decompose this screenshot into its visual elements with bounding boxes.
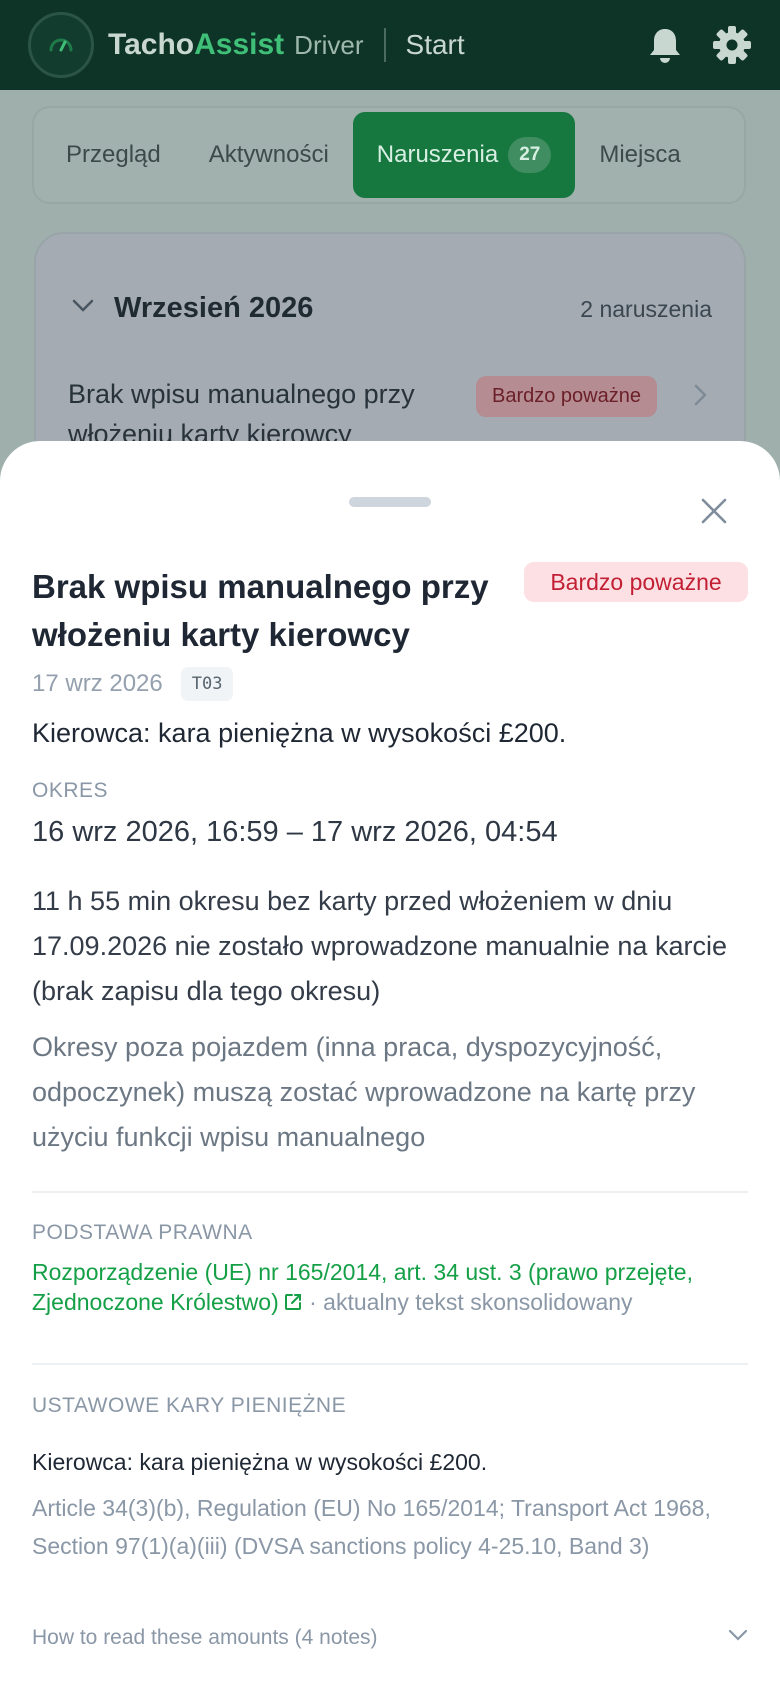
tab-places[interactable]: Miejsca [575, 112, 704, 198]
close-icon[interactable] [692, 489, 736, 533]
statutory-fines-label: USTAWOWE KARY PIENIĘŻNE [32, 1394, 347, 1417]
violation-title: Brak wpisu manualnego przy włożeniu kart… [32, 568, 489, 653]
chevron-right-icon[interactable] [694, 384, 708, 411]
chevron-down-icon [72, 299, 94, 318]
tab-activities[interactable]: Aktywności [185, 112, 353, 198]
violation-description: 11 h 55 min okresu bez karty przed włoże… [32, 886, 727, 1006]
period-label: OKRES [32, 779, 109, 802]
how-to-read-toggle[interactable]: How to read these amounts (4 notes) [32, 1626, 378, 1650]
brand-name: TachoAssist [108, 28, 285, 61]
tab-overview[interactable]: Przegląd [42, 112, 185, 198]
violation-detail-sheet: Brak wpisu manualnego przy włożeniu kart… [0, 441, 780, 1688]
section-divider [32, 1191, 748, 1193]
month-toggle[interactable]: Wrzesień 2026 [72, 292, 313, 325]
header-divider [383, 28, 386, 62]
violation-hint: Okresy poza pojazdem (inna praca, dyspoz… [32, 1032, 696, 1152]
legal-basis-label: PODSTAWA PRAWNA [32, 1221, 253, 1244]
external-link-icon [283, 1289, 303, 1319]
fine-legal-reference: Article 34(3)(b), Regulation (EU) No 165… [32, 1495, 711, 1559]
gauge-icon[interactable] [28, 12, 94, 78]
brand-subtitle: Driver [294, 29, 364, 60]
violations-count-badge: 27 [508, 137, 552, 173]
legal-basis: Rozporządzenie (UE) nr 165/2014, art. 34… [32, 1257, 722, 1319]
violation-date: 17 wrz 2026 [32, 670, 163, 697]
page-title[interactable]: Start [406, 29, 465, 61]
fine-amount: Kierowca: kara pieniężna w wysokości £20… [32, 1449, 488, 1475]
tab-bar: Przegląd Aktywności Naruszenia 27 Miejsca [32, 106, 746, 204]
severity-badge: Bardzo poważne [524, 562, 748, 602]
severity-badge: Bardzo poważne [476, 376, 657, 417]
bell-icon[interactable] [648, 26, 682, 64]
chevron-down-icon[interactable] [728, 1628, 748, 1646]
penalty-summary: Kierowca: kara pieniężna w wysokości £20… [32, 718, 567, 748]
legal-basis-suffix: · aktualny tekst skonsolidowany [302, 1289, 633, 1315]
sheet-drag-handle[interactable] [349, 497, 431, 507]
month-violation-count: 2 naruszenia [580, 296, 712, 322]
month-title: Wrzesień 2026 [114, 292, 314, 324]
app-header: TachoAssist Driver Start [0, 0, 780, 90]
tab-violations[interactable]: Naruszenia 27 [352, 112, 576, 198]
period-value: 16 wrz 2026, 16:59 – 17 wrz 2026, 04:54 [32, 816, 558, 848]
section-divider [32, 1363, 748, 1365]
gear-icon[interactable] [712, 25, 752, 65]
violation-code: T03 [180, 667, 234, 701]
